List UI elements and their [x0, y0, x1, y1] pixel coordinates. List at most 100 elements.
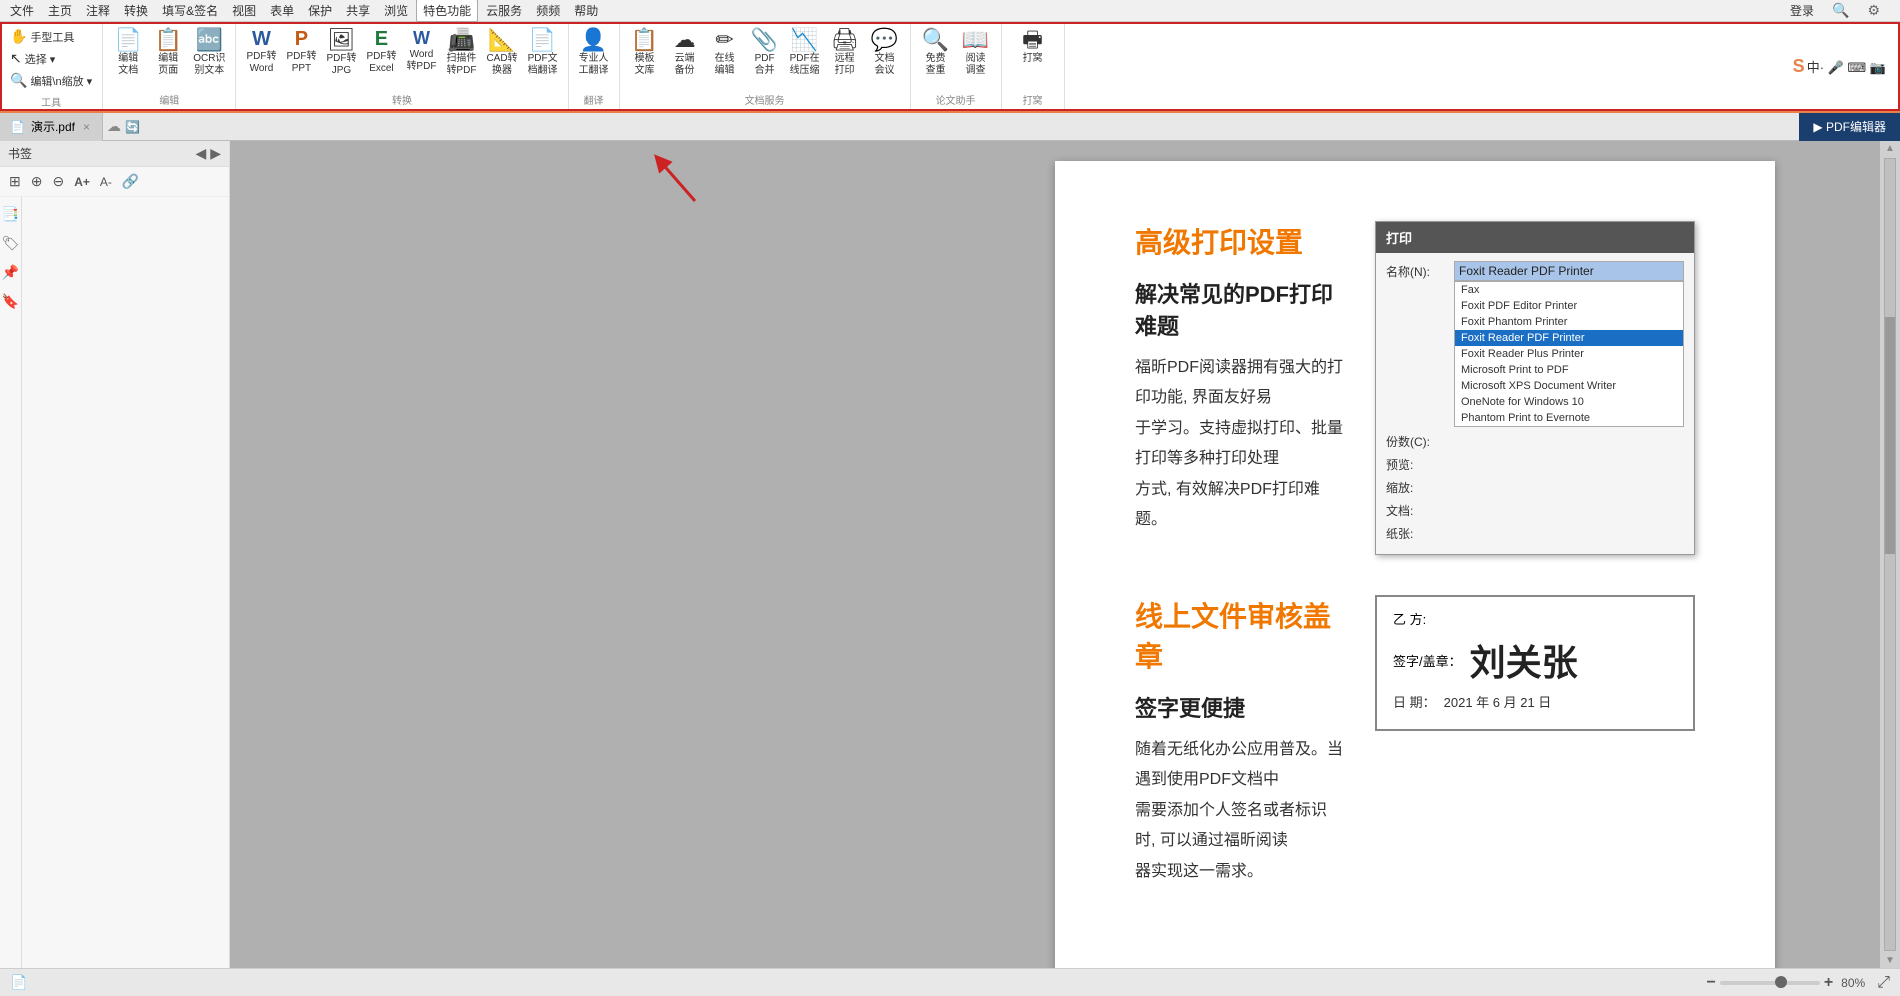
bookmark-nav-icon[interactable]: 🏷	[0, 232, 22, 255]
edit-zoom-btn[interactable]: 🔍 编辑\n缩放 ▾	[6, 70, 96, 91]
link-icon[interactable]: 🔗	[119, 171, 142, 192]
ribbon: ✋ 手型工具 ↖ 选择 ▾ 🔍 编辑\n缩放 ▾ 工具 📄 编辑文档 📋	[0, 22, 1900, 113]
sig-label: 签字/盖章：	[1393, 651, 1462, 670]
printer-foxit-editor[interactable]: Foxit PDF Editor Printer	[1455, 298, 1683, 314]
menu-browse[interactable]: 浏览	[378, 0, 414, 21]
menu-annotate[interactable]: 注释	[80, 0, 116, 21]
arrow-container	[635, 151, 715, 211]
menu-view[interactable]: 视图	[226, 0, 262, 21]
select-btn[interactable]: ↖ 选择 ▾	[6, 48, 96, 69]
page-nav-icon[interactable]: 📑	[0, 203, 22, 226]
menu-protect[interactable]: 保护	[302, 0, 338, 21]
pro-translate-btn[interactable]: 👤 专业人工翻译	[575, 26, 613, 80]
pdf-to-ppt-btn[interactable]: P PDF转PPT	[282, 26, 320, 78]
printer-fax[interactable]: Fax	[1455, 282, 1683, 298]
scrollbar-thumb[interactable]	[1885, 317, 1895, 554]
login-btn[interactable]: 登录	[1784, 0, 1820, 21]
print-btn[interactable]: 🖶 打窝	[1008, 26, 1058, 68]
sidebar-collapse-icon[interactable]: ▶	[210, 145, 221, 162]
menu-cloud[interactable]: 云服务	[480, 0, 528, 21]
menu-form[interactable]: 表单	[264, 0, 300, 21]
menu-share[interactable]: 共享	[340, 0, 376, 21]
menu-help[interactable]: 帮助	[568, 0, 604, 21]
right-scrollbar[interactable]: ▲ ▼	[1880, 141, 1900, 968]
menu-special[interactable]: 特色功能	[416, 0, 478, 22]
cad-convert-btn[interactable]: 📐 CAD转换器	[482, 26, 521, 80]
settings-icon[interactable]: ⚙	[1861, 0, 1886, 21]
scrollbar-track[interactable]	[1884, 158, 1896, 951]
pdf-jpg-icon: 🖼	[327, 29, 355, 51]
hand-tool-btn[interactable]: ✋ 手型工具	[6, 26, 96, 47]
remote-print-btn[interactable]: 🖨 远程打印	[826, 26, 864, 80]
scroll-up-btn[interactable]: ▲	[1883, 141, 1897, 156]
sidebar-expand-icon[interactable]: ◀	[195, 145, 206, 162]
pdf-compress-btn[interactable]: 📉 PDF在线压缩	[786, 26, 824, 80]
pdf-translate-btn[interactable]: 📄 PDF文档翻译	[524, 26, 562, 80]
free-check-btn[interactable]: 🔍 免费查重	[917, 26, 955, 80]
sig-box: 乙 方: 签字/盖章： 刘关张 日 期： 2021 年 6 月 21 日	[1375, 595, 1695, 731]
ocr-icon: 🔤	[196, 29, 223, 51]
doc-label: 文档:	[1386, 500, 1446, 519]
pdf-editor-btn[interactable]: ▶ PDF编辑器	[1799, 113, 1900, 141]
bookmark-add-icon[interactable]: ⊕	[28, 171, 46, 192]
cloud-backup-btn[interactable]: ☁ 云端备份	[666, 26, 704, 80]
print-name-input[interactable]: Foxit Reader PDF Printer	[1454, 261, 1684, 281]
pdf-to-excel-btn[interactable]: E PDF转Excel	[362, 26, 400, 78]
printer-foxit-phantom[interactable]: Foxit Phantom Printer	[1455, 314, 1683, 330]
sig-date-value: 2021 年 6 月 21 日	[1444, 692, 1552, 711]
pdf-to-word-btn[interactable]: W PDF转Word	[242, 26, 280, 78]
bookmark-grid-icon[interactable]: ⊞	[6, 171, 24, 192]
convert-group-items: W PDF转Word P PDF转PPT 🖼 PDF转JPG E PDF转Exc…	[242, 26, 561, 90]
doc-viewer[interactable]: 高级打印设置 解决常见的PDF打印难题 福昕PDF阅读器拥有强大的打印功能, 界…	[230, 141, 1880, 968]
printer-ms-pdf[interactable]: Microsoft Print to PDF	[1455, 362, 1683, 378]
ocr-btn[interactable]: 🔤 OCR识别文本	[189, 26, 229, 80]
meeting-icon: 💬	[871, 29, 898, 51]
printer-ms-xps[interactable]: Microsoft XPS Document Writer	[1455, 378, 1683, 394]
menu-convert[interactable]: 转换	[118, 0, 154, 21]
template-btn[interactable]: 📋 模板文库	[626, 26, 664, 80]
pro-translate-icon: 👤	[580, 29, 607, 51]
scroll-down-btn[interactable]: ▼	[1883, 953, 1897, 968]
cad-label: CAD转换器	[486, 53, 517, 77]
printer-foxit-plus[interactable]: Foxit Reader Plus Printer	[1455, 346, 1683, 362]
sogou-icons: 中· 🎤 ⌨ 📷	[1807, 57, 1886, 76]
pdf-merge-btn[interactable]: 📎 PDF合并	[746, 26, 784, 80]
print-paper-row: 纸张:	[1386, 523, 1684, 542]
pdf-to-jpg-btn[interactable]: 🖼 PDF转JPG	[322, 26, 360, 80]
pin-nav-icon[interactable]: 📌	[0, 261, 22, 284]
menu-fill-sign[interactable]: 填写&签名	[156, 0, 224, 21]
doc-meeting-btn[interactable]: 💬 文档会议	[866, 26, 904, 80]
preview-label: 预览:	[1386, 454, 1446, 473]
menu-home[interactable]: 主页	[42, 0, 78, 21]
printer-phantom-evernote[interactable]: Phantom Print to Evernote	[1455, 410, 1683, 426]
sogou-area: S 中· 🎤 ⌨ 📷	[1793, 24, 1896, 109]
word-pdf-icon: W	[413, 29, 430, 47]
demo-tab[interactable]: 📄 演示.pdf ×	[0, 113, 103, 141]
pdf-ppt-label: PDF转PPT	[286, 51, 316, 75]
meeting-label: 文档会议	[875, 53, 895, 77]
expand-icon[interactable]: ⤢	[1877, 974, 1890, 992]
zoom-minus-btn[interactable]: −	[1706, 974, 1715, 992]
print-preview-row: 预览:	[1386, 454, 1684, 473]
printer-foxit-reader[interactable]: Foxit Reader PDF Printer	[1455, 330, 1683, 346]
search-icon[interactable]: 🔍	[1826, 0, 1855, 21]
edit-page-btn[interactable]: 📋 编辑页面	[149, 26, 187, 80]
text-decrease-icon[interactable]: A-	[97, 173, 115, 191]
zoom-plus-btn[interactable]: +	[1824, 974, 1833, 992]
sig-date-label: 日 期：	[1393, 692, 1436, 711]
reading-survey-btn[interactable]: 📖 阅读调查	[957, 26, 995, 80]
scan-to-pdf-btn[interactable]: 📠 扫描件转PDF	[442, 26, 480, 80]
printer-onenote[interactable]: OneNote for Windows 10	[1455, 394, 1683, 410]
bookmark-remove-icon[interactable]: ⊖	[49, 171, 67, 192]
edit-doc-btn[interactable]: 📄 编辑文档	[109, 26, 147, 80]
zoom-slider[interactable]	[1720, 981, 1820, 985]
word-pdf-label: Word转PDF	[406, 49, 436, 73]
tag-nav-icon[interactable]: 🔖	[0, 290, 22, 313]
online-edit-btn[interactable]: ✏ 在线编辑	[706, 26, 744, 80]
menu-freq[interactable]: 频频	[530, 0, 566, 21]
text-increase-icon[interactable]: A+	[71, 173, 93, 191]
word-to-pdf-btn[interactable]: W Word转PDF	[402, 26, 440, 76]
copies-label: 份数(C):	[1386, 431, 1446, 450]
close-tab-btn[interactable]: ×	[81, 119, 92, 135]
menu-file[interactable]: 文件	[4, 0, 40, 21]
